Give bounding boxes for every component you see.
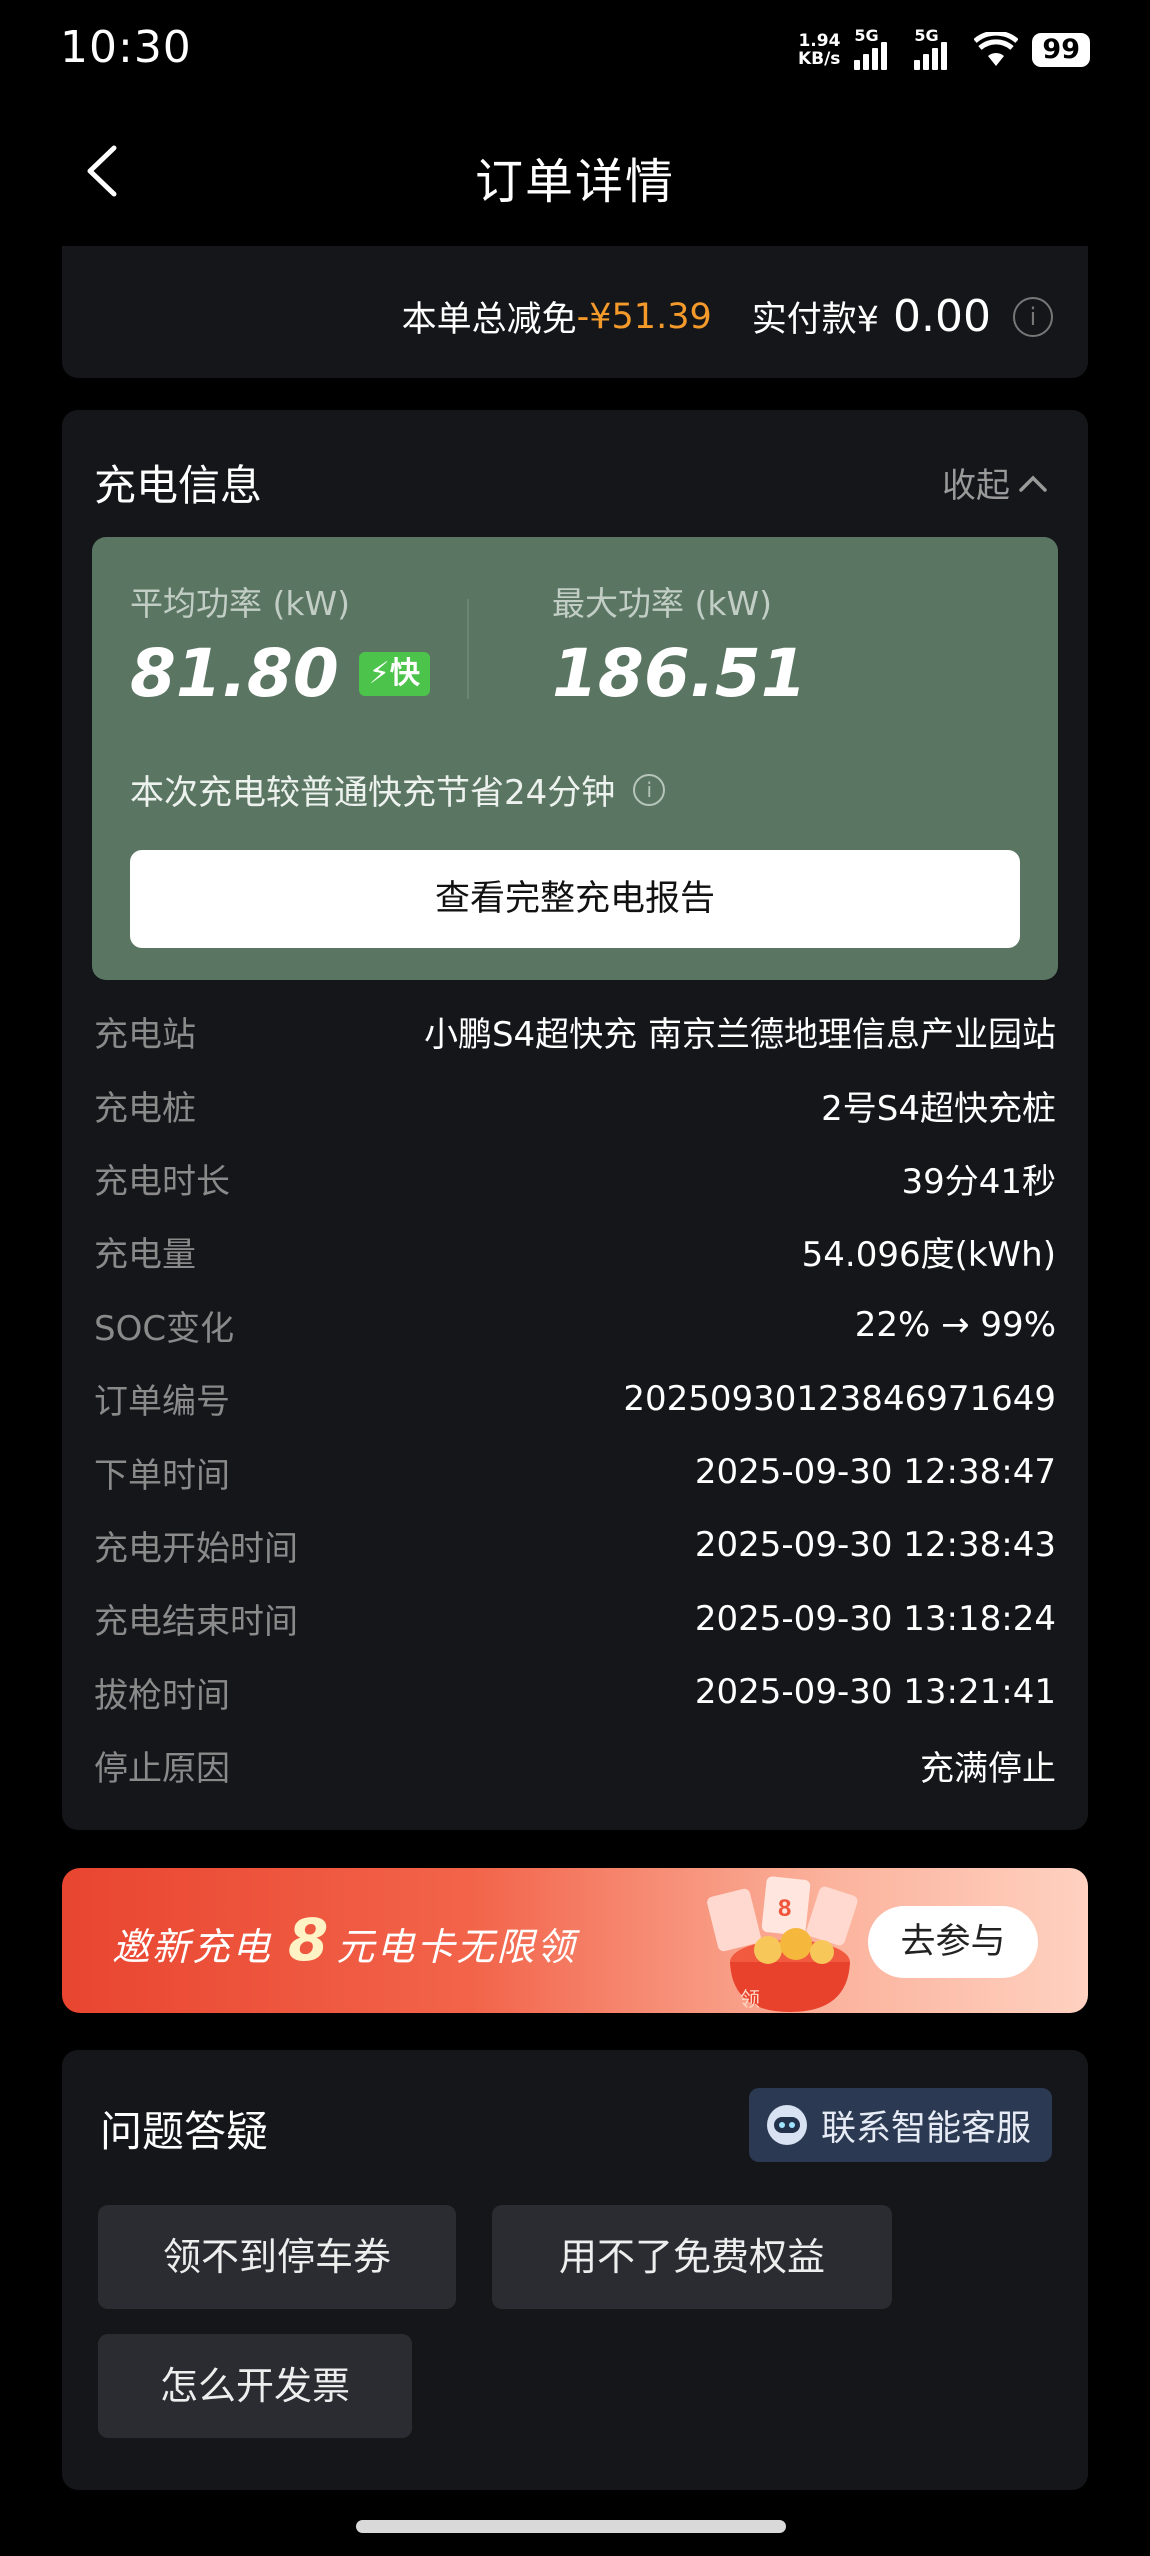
detail-label: 充电开始时间	[94, 1528, 298, 1569]
detail-value: 小鹏S4超快充 南京兰德地理信息产业园站	[423, 1015, 1056, 1056]
info-icon[interactable]: i	[1013, 296, 1053, 337]
detail-label: 充电结束时间	[94, 1602, 298, 1643]
max-power-value: 186.51	[552, 635, 807, 712]
charging-details-list: 充电站 小鹏S4超快充 南京兰德地理信息产业园站充电桩 2号S4超快充桩充电时长 39…	[94, 995, 1056, 1802]
nav-header: 订单详情	[0, 110, 1150, 235]
discount-label: 本单总减免	[401, 300, 577, 340]
detail-label: 充电站	[94, 1015, 196, 1056]
max-power-stat: 最大功率 (kW) 186.51	[552, 577, 807, 712]
page-title: 订单详情	[474, 154, 675, 210]
clock: 10:30	[60, 22, 192, 73]
svg-text:8: 8	[778, 1895, 791, 1922]
battery-indicator: 99	[1032, 33, 1090, 67]
wifi-icon	[974, 32, 1019, 66]
robot-icon	[767, 2105, 807, 2145]
faq-card: 问题答疑 联系智能客服 领不到停车券 用不了免费权益 怎么开发票	[62, 2050, 1088, 2490]
status-bar: 10:30 1.94 KB/s 5G 5G 99	[0, 0, 1150, 110]
detail-value: 2025-09-30 12:38:47	[694, 1452, 1056, 1493]
detail-row: 充电站 小鹏S4超快充 南京兰德地理信息产业园站	[94, 995, 1056, 1068]
discount-value: -¥51.39	[576, 296, 712, 337]
payment-summary-card: 本单总减免 -¥51.39 实付款¥ 0.00 i	[62, 246, 1088, 378]
paid-value: 0.00	[893, 291, 991, 342]
avg-power-value: 81.80	[130, 635, 339, 712]
detail-row: 充电桩 2号S4超快充桩	[94, 1068, 1056, 1141]
section-title: 充电信息	[94, 461, 263, 510]
detail-row: 充电结束时间 2025-09-30 13:18:24	[94, 1582, 1056, 1655]
promo-banner[interactable]: 邀新充电 8 元电卡无限领 8 领 去参与	[62, 1868, 1088, 2013]
detail-value: 2025-09-30 12:38:43	[694, 1525, 1056, 1566]
charging-info-card: 充电信息 收起 平均功率 (kW) 81.80 ⚡快 最大功率 (kW) 186…	[62, 410, 1088, 1830]
detail-value: 54.096度(kWh)	[801, 1235, 1056, 1276]
detail-value: 20250930123846971649	[623, 1378, 1056, 1419]
max-power-label: 最大功率 (kW)	[552, 584, 772, 623]
chevron-up-icon	[1019, 475, 1047, 492]
detail-label: 拔枪时间	[94, 1675, 230, 1716]
status-icons: 1.94 KB/s 5G 5G 99	[797, 26, 1090, 70]
detail-value: 2025-09-30 13:18:24	[694, 1598, 1056, 1639]
detail-label: 下单时间	[94, 1455, 230, 1496]
signal-icon: 5G	[854, 26, 900, 70]
avg-power-label: 平均功率 (kW)	[130, 584, 350, 623]
paid-label: 实付款¥	[751, 300, 880, 340]
detail-label: SOC变化	[94, 1308, 235, 1349]
collapse-button[interactable]: 收起	[942, 458, 1050, 507]
avg-power-stat: 平均功率 (kW) 81.80 ⚡快	[130, 577, 430, 712]
payment-line: 本单总减免 -¥51.39 实付款¥ 0.00 i	[402, 291, 1053, 342]
detail-label: 充电量	[94, 1235, 196, 1276]
detail-value: 2号S4超快充桩	[821, 1088, 1056, 1129]
time-saving-note: 本次充电较普通快充节省24分钟 i	[130, 765, 666, 814]
detail-value: 2025-09-30 13:21:41	[694, 1672, 1056, 1713]
detail-label: 订单编号	[94, 1382, 230, 1423]
power-summary-panel: 平均功率 (kW) 81.80 ⚡快 最大功率 (kW) 186.51 本次充电…	[92, 537, 1058, 980]
faq-chip[interactable]: 领不到停车券	[98, 2205, 456, 2309]
detail-row: 充电量 54.096度(kWh)	[94, 1215, 1056, 1288]
promo-text: 邀新充电 8 元电卡无限领	[112, 1906, 577, 1974]
detail-row: 充电时长 39分41秒	[94, 1142, 1056, 1215]
detail-row: 拔枪时间 2025-09-30 13:21:41	[94, 1656, 1056, 1729]
detail-label: 停止原因	[94, 1749, 230, 1790]
faq-chip[interactable]: 怎么开发票	[98, 2334, 412, 2438]
detail-label: 充电桩	[94, 1088, 196, 1129]
gift-label: 领	[740, 1987, 760, 2011]
fast-charge-badge: ⚡快	[358, 651, 430, 696]
join-button[interactable]: 去参与	[868, 1906, 1038, 1978]
detail-value: 22% → 99%	[854, 1305, 1056, 1346]
detail-row: 停止原因 充满停止	[94, 1729, 1056, 1802]
home-indicator[interactable]	[356, 2520, 786, 2533]
detail-row: SOC变化 22% → 99%	[94, 1289, 1056, 1362]
detail-label: 充电时长	[94, 1161, 230, 1202]
detail-row: 下单时间 2025-09-30 12:38:47	[94, 1435, 1056, 1508]
divider	[467, 599, 469, 699]
detail-row: 充电开始时间 2025-09-30 12:38:43	[94, 1509, 1056, 1582]
detail-value: 39分41秒	[901, 1161, 1056, 1202]
detail-row: 订单编号 20250930123846971649	[94, 1362, 1056, 1435]
faq-title: 问题答疑	[100, 2107, 269, 2156]
signal-icon: 5G	[914, 26, 960, 70]
info-icon[interactable]: i	[633, 773, 666, 806]
detail-value: 充满停止	[920, 1749, 1056, 1790]
network-speed: 1.94 KB/s	[797, 31, 841, 69]
faq-chip[interactable]: 用不了免费权益	[492, 2205, 892, 2309]
contact-support-button[interactable]: 联系智能客服	[749, 2088, 1052, 2162]
view-report-button[interactable]: 查看完整充电报告	[130, 850, 1020, 948]
